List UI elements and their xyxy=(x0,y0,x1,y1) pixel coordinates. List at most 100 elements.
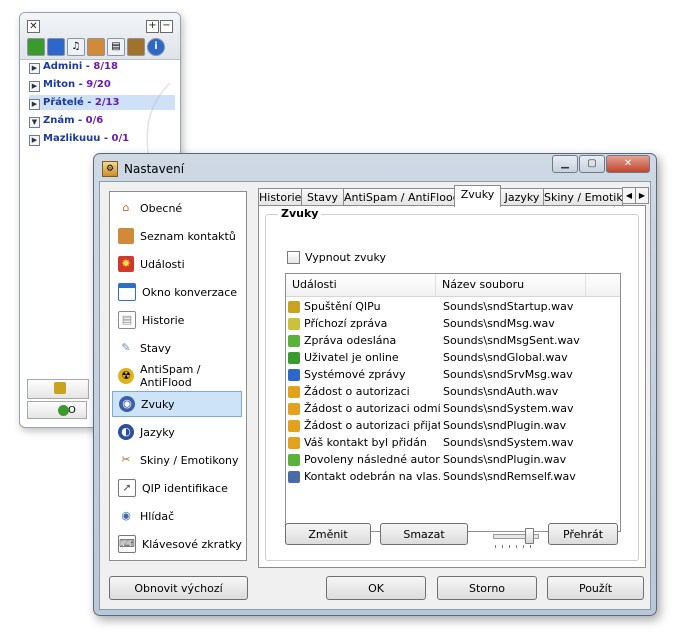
history-icon[interactable]: ▤ xyxy=(107,38,125,56)
window-controls: ▁ ▢ ✕ xyxy=(552,155,650,173)
info-icon[interactable]: i xyxy=(147,38,165,56)
collapse-icon[interactable]: ▼ xyxy=(29,117,40,128)
nav-item-obecne[interactable]: ⌂ Obecné xyxy=(112,195,242,221)
tab-stavy[interactable]: Stavy xyxy=(301,188,344,206)
ok-button[interactable]: OK xyxy=(326,576,426,600)
minimize-button[interactable]: ▁ xyxy=(552,155,578,173)
file-name: Sounds\sndPlugin.wav xyxy=(443,419,567,432)
file-name: Sounds\sndSystem.wav xyxy=(443,436,574,449)
maximize-button[interactable]: ▢ xyxy=(579,155,605,173)
event-cell: Příchozí zpráva xyxy=(288,315,440,332)
play-button[interactable]: Přehrát xyxy=(548,523,618,545)
nav-item-zvuky[interactable]: ◉ Zvuky xyxy=(112,391,242,417)
nav-item-skiny[interactable]: ✂ Skiny / Emotikony xyxy=(112,447,242,473)
user-online-icon xyxy=(288,351,300,364)
list-item[interactable]: Uživatel je online Sounds\sndGlobal.wav xyxy=(286,349,618,366)
expand-icon[interactable]: ▶ xyxy=(29,63,40,74)
column-nazev-souboru[interactable]: Název souboru xyxy=(436,274,586,296)
tab-skiny[interactable]: Skiny / Emotik xyxy=(543,188,623,206)
file-name: Sounds\sndGlobal.wav xyxy=(443,351,568,364)
mute-sounds-row[interactable]: Vypnout zvuky xyxy=(287,251,386,264)
sounds-group: Zvuky Vypnout zvuky Události Název soubo… xyxy=(265,207,639,561)
identification-icon: ➚ xyxy=(118,479,136,497)
dialog-client-area: ⌂ Obecné Seznam kontaktů ✸ Události Okno k… xyxy=(99,181,651,610)
expand-icon[interactable]: ▶ xyxy=(29,81,40,92)
pen-icon[interactable] xyxy=(87,38,105,56)
tab-scroll-left-icon[interactable]: ◀ xyxy=(622,187,636,204)
apply-button[interactable]: Použít xyxy=(547,576,644,600)
minimize-icon[interactable]: − xyxy=(160,20,173,33)
column-udalosti[interactable]: Události xyxy=(286,274,436,296)
group-admini[interactable]: ▶ Admini - 8/18 xyxy=(29,59,175,74)
auth-accepted-icon xyxy=(288,419,300,432)
expand-icon[interactable]: ▶ xyxy=(29,135,40,146)
list-item[interactable]: Systémové zprávy Sounds\sndSrvMsg.wav xyxy=(286,366,618,383)
status-button[interactable]: O xyxy=(27,401,87,419)
event-name: Příchozí zpráva xyxy=(304,317,388,330)
qip-logo-icon xyxy=(54,382,66,394)
nav-item-antispam[interactable]: ☢ AntiSpam / AntiFlood xyxy=(112,363,242,389)
nav-item-jazyky[interactable]: ◐ Jazyky xyxy=(112,419,242,445)
list-item[interactable]: Žádost o autorizaci přijata Sounds\sndPlu… xyxy=(286,417,618,434)
qip-startup-icon xyxy=(288,300,300,313)
window-icon[interactable] xyxy=(47,38,65,56)
status-button-label: O xyxy=(68,405,76,416)
file-name: Sounds\sndMsg.wav xyxy=(443,317,555,330)
dialog-title: Nastavení xyxy=(124,162,185,176)
nav-label: AntiSpam / AntiFlood xyxy=(140,363,201,389)
mute-sounds-label: Vypnout zvuky xyxy=(305,251,386,264)
expand-icon[interactable]: ▶ xyxy=(29,99,40,110)
nav-item-seznam-kontaktu[interactable]: Seznam kontaktů xyxy=(112,223,242,249)
nav-item-qip-identifikace[interactable]: ➚ QIP identifikace xyxy=(112,475,242,501)
group-name: Znám xyxy=(43,115,75,126)
tab-historie[interactable]: Historie xyxy=(258,188,302,206)
change-button[interactable]: Změnit xyxy=(285,523,371,545)
music-icon[interactable]: ♫ xyxy=(67,38,85,56)
nav-label: Události xyxy=(140,257,185,271)
list-item[interactable]: Zpráva odeslána Sounds\sndMsgSent.wav xyxy=(286,332,618,349)
cancel-button[interactable]: Storno xyxy=(437,576,537,600)
maximize-icon[interactable]: + xyxy=(146,20,159,33)
event-cell: Žádost o autorizaci xyxy=(288,383,440,400)
nav-item-hlidac[interactable]: ◉ Hlídač xyxy=(112,503,242,529)
chat-window-icon xyxy=(118,283,136,301)
list-item[interactable]: Žádost o autorizaci Sounds\sndAuth.wav xyxy=(286,383,618,400)
list-item[interactable]: Povoleny následné autor... Sounds\sndPlug… xyxy=(286,451,618,468)
list-item[interactable]: Příchozí zpráva Sounds\sndMsg.wav xyxy=(286,315,618,332)
list-item[interactable]: Váš kontakt byl přidán Sounds\sndSystem.w… xyxy=(286,434,618,451)
nav-item-udalosti[interactable]: ✸ Události xyxy=(112,251,242,277)
contact-removed-icon xyxy=(288,470,300,483)
close-button[interactable]: ✕ xyxy=(606,155,650,173)
event-name: Systémové zprávy xyxy=(304,368,406,381)
file-name: Sounds\sndRemself.wav xyxy=(443,470,576,483)
close-icon[interactable]: ✕ xyxy=(27,20,40,33)
tab-antispam[interactable]: AntiSpam / AntiFlood xyxy=(343,188,456,206)
nav-label: Hlídač xyxy=(140,509,175,523)
nav-item-historie[interactable]: ▤ Historie xyxy=(112,307,242,333)
group-count: 8/18 xyxy=(93,61,118,72)
nav-item-stavy[interactable]: ✎ Stavy xyxy=(112,335,242,361)
event-name: Uživatel je online xyxy=(304,351,399,364)
delete-button[interactable]: Smazat xyxy=(380,523,468,545)
tab-scroll-right-icon[interactable]: ▶ xyxy=(635,187,649,204)
list-item[interactable]: Spuštění QIPu Sounds\sndStartup.wav xyxy=(286,298,618,315)
contact-added-icon xyxy=(288,436,300,449)
volume-slider[interactable] xyxy=(493,527,539,549)
main-menu-button[interactable] xyxy=(27,379,89,399)
status-icon[interactable] xyxy=(27,38,45,56)
status-icon: ✎ xyxy=(121,341,131,354)
list-item[interactable]: Kontakt odebrán na vlas... Sounds\sndRems… xyxy=(286,468,618,485)
restore-defaults-button[interactable]: Obnovit výchozí xyxy=(109,576,248,600)
tools-icon[interactable] xyxy=(127,38,145,56)
tab-zvuky[interactable]: Zvuky xyxy=(454,185,501,207)
list-item[interactable]: Žádost o autorizaci odmí... Sounds\sndSys… xyxy=(286,400,618,417)
slider-thumb[interactable] xyxy=(525,528,534,544)
tab-jazyky[interactable]: Jazyky xyxy=(500,188,544,206)
nav-item-okno-konverzace[interactable]: Okno konverzace xyxy=(112,279,242,305)
auth-allowed-icon xyxy=(288,453,300,466)
mute-sounds-checkbox[interactable] xyxy=(287,251,300,264)
file-name: Sounds\sndSrvMsg.wav xyxy=(443,368,573,381)
event-name: Žádost o autorizaci xyxy=(304,385,410,398)
sound-events-list[interactable]: Události Název souboru Spuštění QIPu Soun… xyxy=(285,273,621,532)
nav-item-klavesove-zkratky[interactable]: ⌨ Klávesové zkratky xyxy=(112,531,242,557)
